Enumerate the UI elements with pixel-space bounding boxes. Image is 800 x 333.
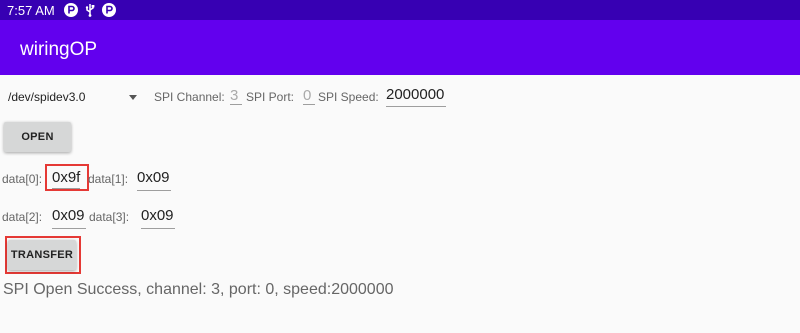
- dropdown-arrow-icon: [129, 95, 137, 100]
- spi-port-label: SPI Port:: [246, 90, 295, 104]
- data3-field[interactable]: 0x09: [141, 207, 175, 229]
- spi-channel-field[interactable]: 3: [230, 87, 242, 105]
- data3-label: data[3]:: [89, 210, 130, 224]
- data2-label: data[2]:: [2, 210, 43, 224]
- status-time: 7:57 AM: [7, 2, 55, 18]
- data1-field[interactable]: 0x09: [137, 169, 171, 191]
- status-bar: 7:57 AM: [0, 0, 800, 20]
- open-button[interactable]: OPEN: [4, 122, 71, 152]
- data0-label: data[0]:: [2, 172, 43, 186]
- spi-device-value: /dev/spidev3.0: [8, 90, 86, 104]
- data0-field[interactable]: 0x9f: [52, 169, 81, 189]
- spi-channel-label: SPI Channel:: [154, 90, 225, 104]
- p-circle-icon: [63, 3, 78, 17]
- usb-icon: [84, 3, 96, 17]
- p-circle-icon: [101, 3, 116, 17]
- data1-label: data[1]:: [88, 172, 129, 186]
- status-message: SPI Open Success, channel: 3, port: 0, s…: [3, 281, 394, 298]
- spi-port-field[interactable]: 0: [303, 87, 315, 105]
- app-bar: wiringOP: [0, 20, 800, 75]
- app-title: wiringOP: [20, 39, 98, 60]
- spi-device-spinner[interactable]: /dev/spidev3.0: [8, 87, 140, 107]
- spi-speed-field[interactable]: 2000000: [386, 86, 446, 107]
- spi-speed-label: SPI Speed:: [318, 90, 379, 104]
- transfer-button[interactable]: TRANSFER: [8, 240, 76, 270]
- data2-field[interactable]: 0x09: [52, 207, 86, 229]
